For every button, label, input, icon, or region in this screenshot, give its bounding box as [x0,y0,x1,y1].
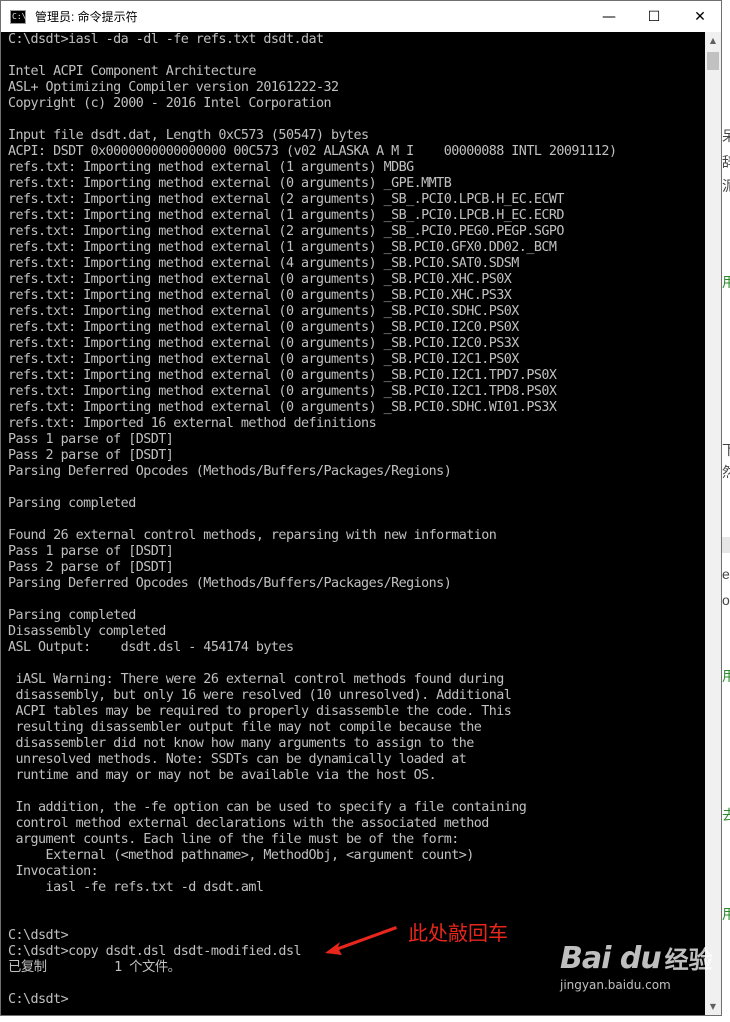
window-title: 管理员: 命令提示符 [35,10,138,24]
background-text-fragment: 呆 [722,128,730,144]
red-arrow-icon [325,926,397,955]
console-output-area[interactable]: C:\dsdt>iasl -da -dl -fe refs.txt dsdt.d… [1,32,705,1015]
background-text-fragment: 用 [722,906,730,922]
background-text-fragment: e [722,566,730,582]
title-bar[interactable]: C:\ 管理员: 命令提示符 — ☐ ✕ [1,1,721,32]
background-box [722,537,730,553]
cmd-app-icon: C:\ [10,9,26,24]
close-button[interactable]: ✕ [677,1,721,32]
background-text-fragment: 泥 [722,178,730,194]
baidu-logo: Bai du [560,941,662,976]
background-text-fragment: 然 [722,464,730,480]
background-text-fragment: 用 [722,274,730,290]
maximize-button[interactable]: ☐ [631,1,677,32]
baidu-jingyan-watermark: Bai du 经验 jingyan.baidu.com [560,940,713,992]
scroll-down-arrow-icon[interactable]: ▼ [705,998,721,1015]
background-text-fragment: 用 [722,668,730,684]
console-text: C:\dsdt>iasl -da -dl -fe refs.txt dsdt.d… [8,32,617,1007]
watermark-url: jingyan.baidu.com [560,978,671,992]
background-text-fragment: 辞 [722,154,730,170]
watermark-label: 经验 [664,946,713,974]
background-text-fragment: 下 [722,442,730,458]
scroll-up-arrow-icon[interactable]: ▲ [705,32,721,49]
scroll-thumb[interactable] [707,52,719,70]
background-text-fragment: o [722,592,730,608]
minimize-button[interactable]: — [586,1,632,32]
vertical-scrollbar[interactable]: ▲ ▼ [705,32,721,1015]
annotation-label: 此处敲回车 [408,921,508,945]
command-prompt-window: C:\ 管理员: 命令提示符 — ☐ ✕ C:\dsdt>iasl -da -d… [0,0,722,1016]
background-text-fragment: 去 [722,807,730,823]
